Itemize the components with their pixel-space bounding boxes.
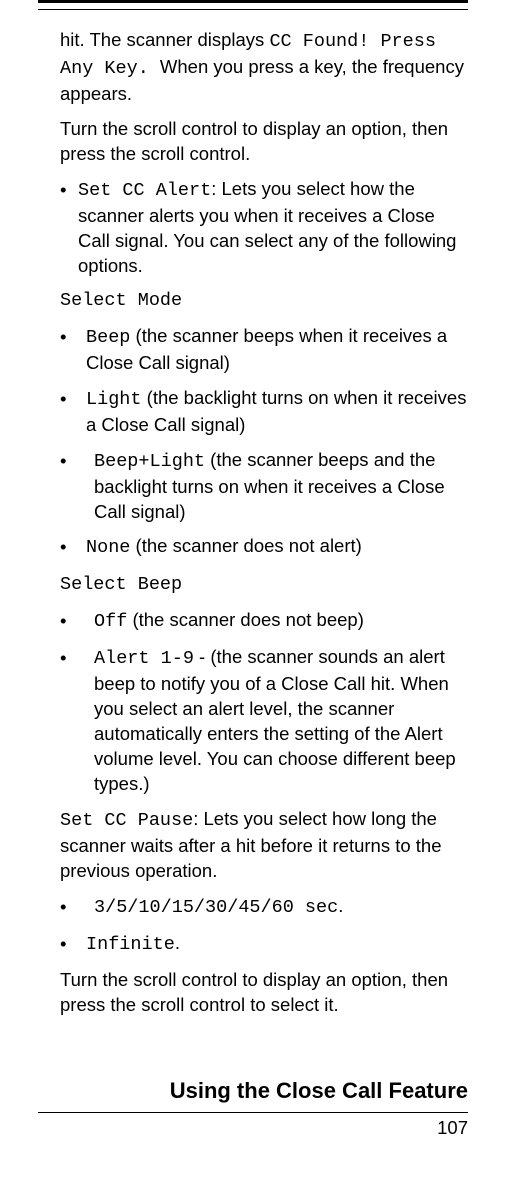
bullet-body: 3/5/10/15/30/45/60 sec.	[78, 894, 468, 921]
bullet-marker: •	[60, 894, 78, 921]
page: hit. The scanner displays CC Found! Pres…	[0, 0, 506, 1159]
code-text: Light	[86, 389, 142, 410]
bullet-body: Off (the scanner does not beep)	[78, 608, 468, 635]
intro-para-2: Turn the scroll control to display an op…	[60, 117, 468, 167]
bullet-beep: • Beep (the scanner beeps when it receiv…	[60, 324, 468, 376]
set-cc-pause-para: Set CC Pause: Lets you select how long t…	[60, 807, 468, 884]
bullet-body: Beep+Light (the scanner beeps and the ba…	[78, 448, 468, 525]
page-number: 107	[38, 1117, 468, 1139]
bullet-body: Alert 1-9 - (the scanner sounds an alert…	[78, 645, 468, 797]
code-text: Infinite	[86, 934, 175, 955]
rule-top-thin	[38, 9, 468, 10]
bullet-body: Infinite.	[78, 931, 468, 958]
bullet-marker: •	[60, 386, 78, 438]
bullet-body: None (the scanner does not alert)	[78, 534, 468, 561]
bullet-marker: •	[60, 608, 78, 635]
bullet-body: Light (the backlight turns on when it re…	[78, 386, 468, 438]
bullet-marker: •	[60, 448, 78, 525]
text: (the scanner does not beep)	[127, 609, 364, 630]
text: hit. The scanner displays	[60, 29, 269, 50]
rule-bottom	[38, 1112, 468, 1113]
bullet-set-cc-alert: • Set CC Alert: Lets you select how the …	[60, 177, 468, 279]
bullet-body: Beep (the scanner beeps when it receives…	[78, 324, 468, 376]
code-text: Set CC Pause	[60, 810, 193, 831]
select-beep-heading: Select Beep	[60, 573, 468, 598]
body-content: hit. The scanner displays CC Found! Pres…	[38, 28, 468, 1018]
bullet-marker: •	[60, 177, 78, 279]
bullet-beeplight: • Beep+Light (the scanner beeps and the …	[60, 448, 468, 525]
code-text: 3/5/10/15/30/45/60 sec	[94, 897, 338, 918]
text: .	[175, 932, 180, 953]
bullet-marker: •	[60, 645, 78, 797]
text: (the backlight turns on when it receives…	[86, 387, 466, 435]
code-text: Beep+Light	[94, 451, 205, 472]
bullet-marker: •	[60, 931, 78, 958]
bullet-alert: • Alert 1-9 - (the scanner sounds an ale…	[60, 645, 468, 797]
bullet-none: • None (the scanner does not alert)	[60, 534, 468, 561]
bullet-off: • Off (the scanner does not beep)	[60, 608, 468, 635]
bullet-marker: •	[60, 534, 78, 561]
code-text: Off	[94, 611, 127, 632]
text: (the scanner does not alert)	[130, 535, 361, 556]
code-text: Alert 1-9	[94, 648, 194, 669]
text: .	[338, 895, 343, 916]
text: (the scanner beeps when it receives a Cl…	[86, 325, 447, 373]
bullet-body: Set CC Alert: Lets you select how the sc…	[78, 177, 468, 279]
code-text: Beep	[86, 327, 130, 348]
select-mode-heading: Select Mode	[60, 289, 468, 314]
intro-para-1: hit. The scanner displays CC Found! Pres…	[60, 28, 468, 107]
bullet-marker: •	[60, 324, 78, 376]
bullet-seconds: • 3/5/10/15/30/45/60 sec.	[60, 894, 468, 921]
bullet-light: • Light (the backlight turns on when it …	[60, 386, 468, 438]
code-text: None	[86, 537, 130, 558]
rule-top-thick	[38, 0, 468, 3]
turn-scroll-para: Turn the scroll control to display an op…	[60, 968, 468, 1018]
bullet-infinite: • Infinite.	[60, 931, 468, 958]
section-title: Using the Close Call Feature	[38, 1078, 468, 1104]
code-text: Set CC Alert	[78, 180, 211, 201]
